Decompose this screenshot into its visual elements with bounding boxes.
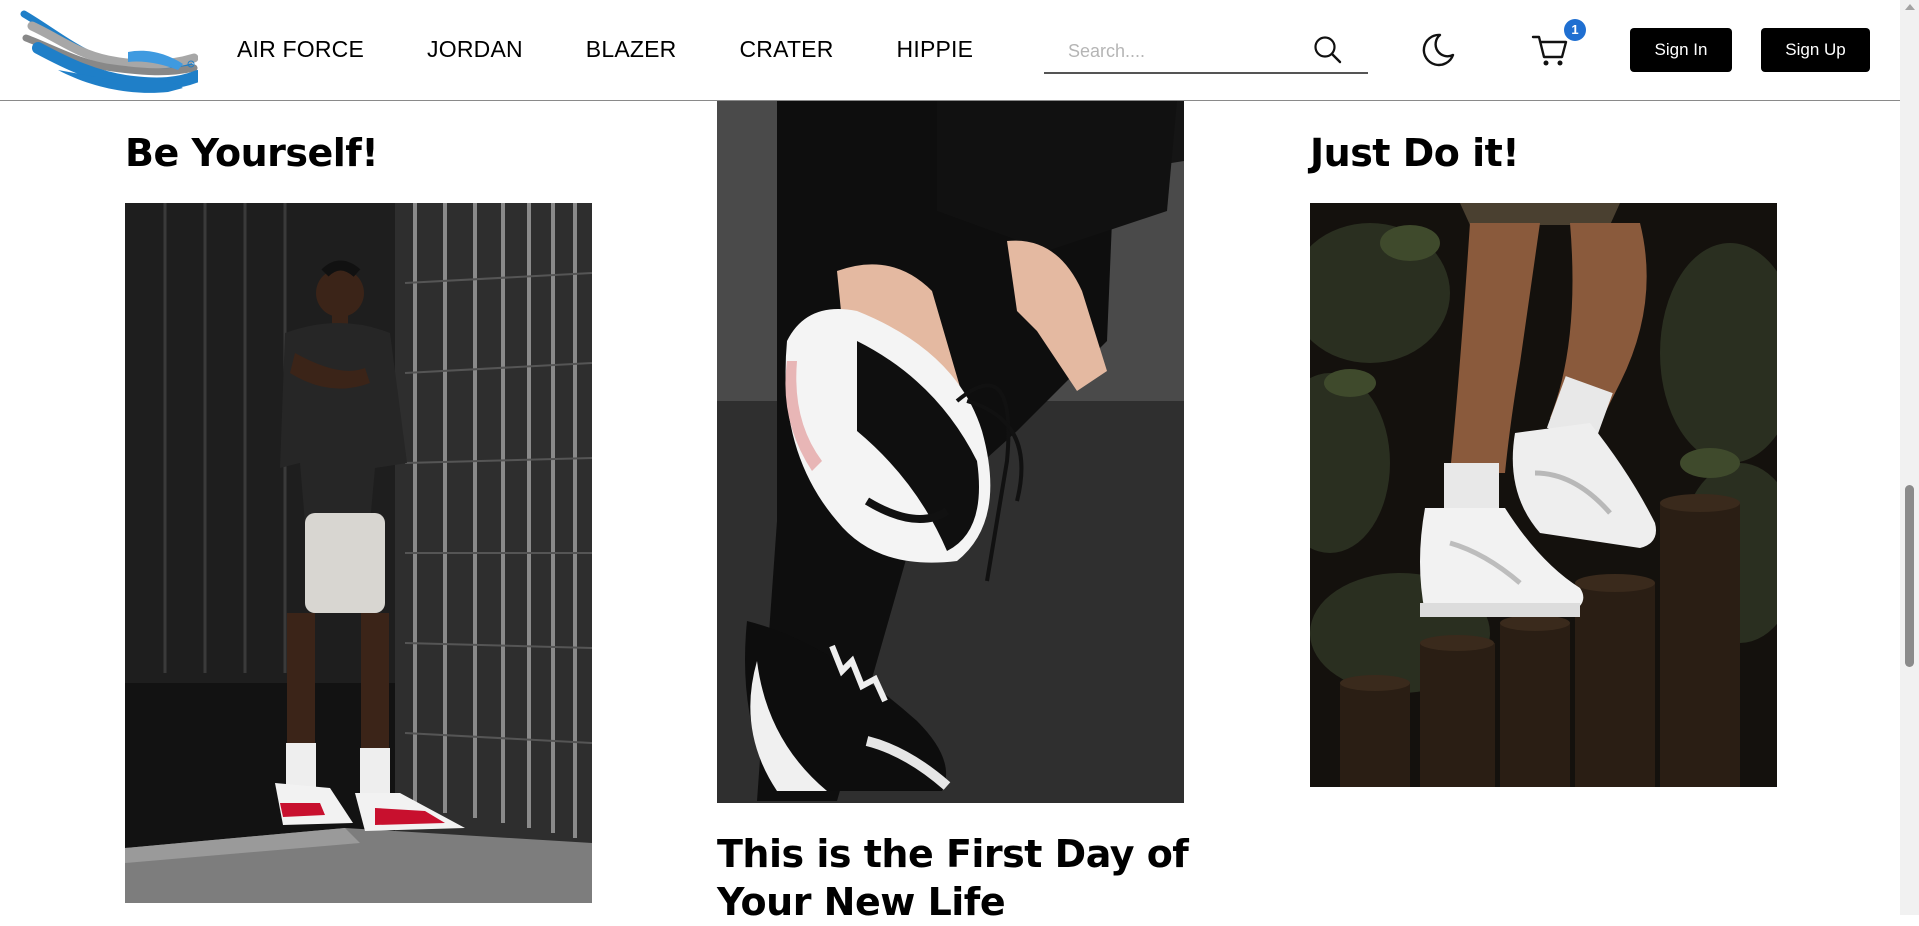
cart-count-badge: 1: [1564, 19, 1586, 41]
moon-icon[interactable]: [1418, 30, 1458, 70]
nav-item-crater[interactable]: CRATER: [739, 36, 833, 63]
scroll-up-arrow-icon[interactable]: [1905, 4, 1915, 10]
sign-in-button[interactable]: Sign In: [1630, 28, 1732, 72]
sign-up-button[interactable]: Sign Up: [1761, 28, 1870, 72]
card-title-just-do-it: Just Do it!: [1310, 131, 1520, 175]
nav-item-jordan[interactable]: JORDAN: [427, 36, 523, 63]
main-nav: AIR FORCE JORDAN BLAZER CRATER HIPPIE: [237, 36, 1036, 63]
card-title-be-yourself: Be Yourself!: [125, 131, 379, 175]
scrollbar-thumb[interactable]: [1905, 485, 1914, 667]
card-title-first-day: This is the First Day of Your New Life: [717, 832, 1189, 924]
brand-logo[interactable]: [18, 8, 204, 98]
nav-item-air-force[interactable]: AIR FORCE: [237, 36, 364, 63]
search-bar: [1044, 28, 1368, 74]
site-header: AIR FORCE JORDAN BLAZER CRATER HIPPIE 1 …: [0, 0, 1900, 101]
card-photo-tying-laces[interactable]: [717, 101, 1184, 803]
nav-item-hippie[interactable]: HIPPIE: [897, 36, 974, 63]
search-input[interactable]: [1066, 36, 1300, 66]
card-photo-blazer-sneakers[interactable]: [1310, 203, 1777, 787]
search-icon[interactable]: [1312, 34, 1344, 66]
page-scrollbar[interactable]: [1900, 0, 1919, 915]
card-photo-man-on-ledge[interactable]: [125, 203, 592, 903]
nav-item-blazer[interactable]: BLAZER: [586, 36, 677, 63]
cart-icon[interactable]: [1530, 30, 1570, 70]
flying-shoe-logo-icon: [20, 10, 204, 93]
